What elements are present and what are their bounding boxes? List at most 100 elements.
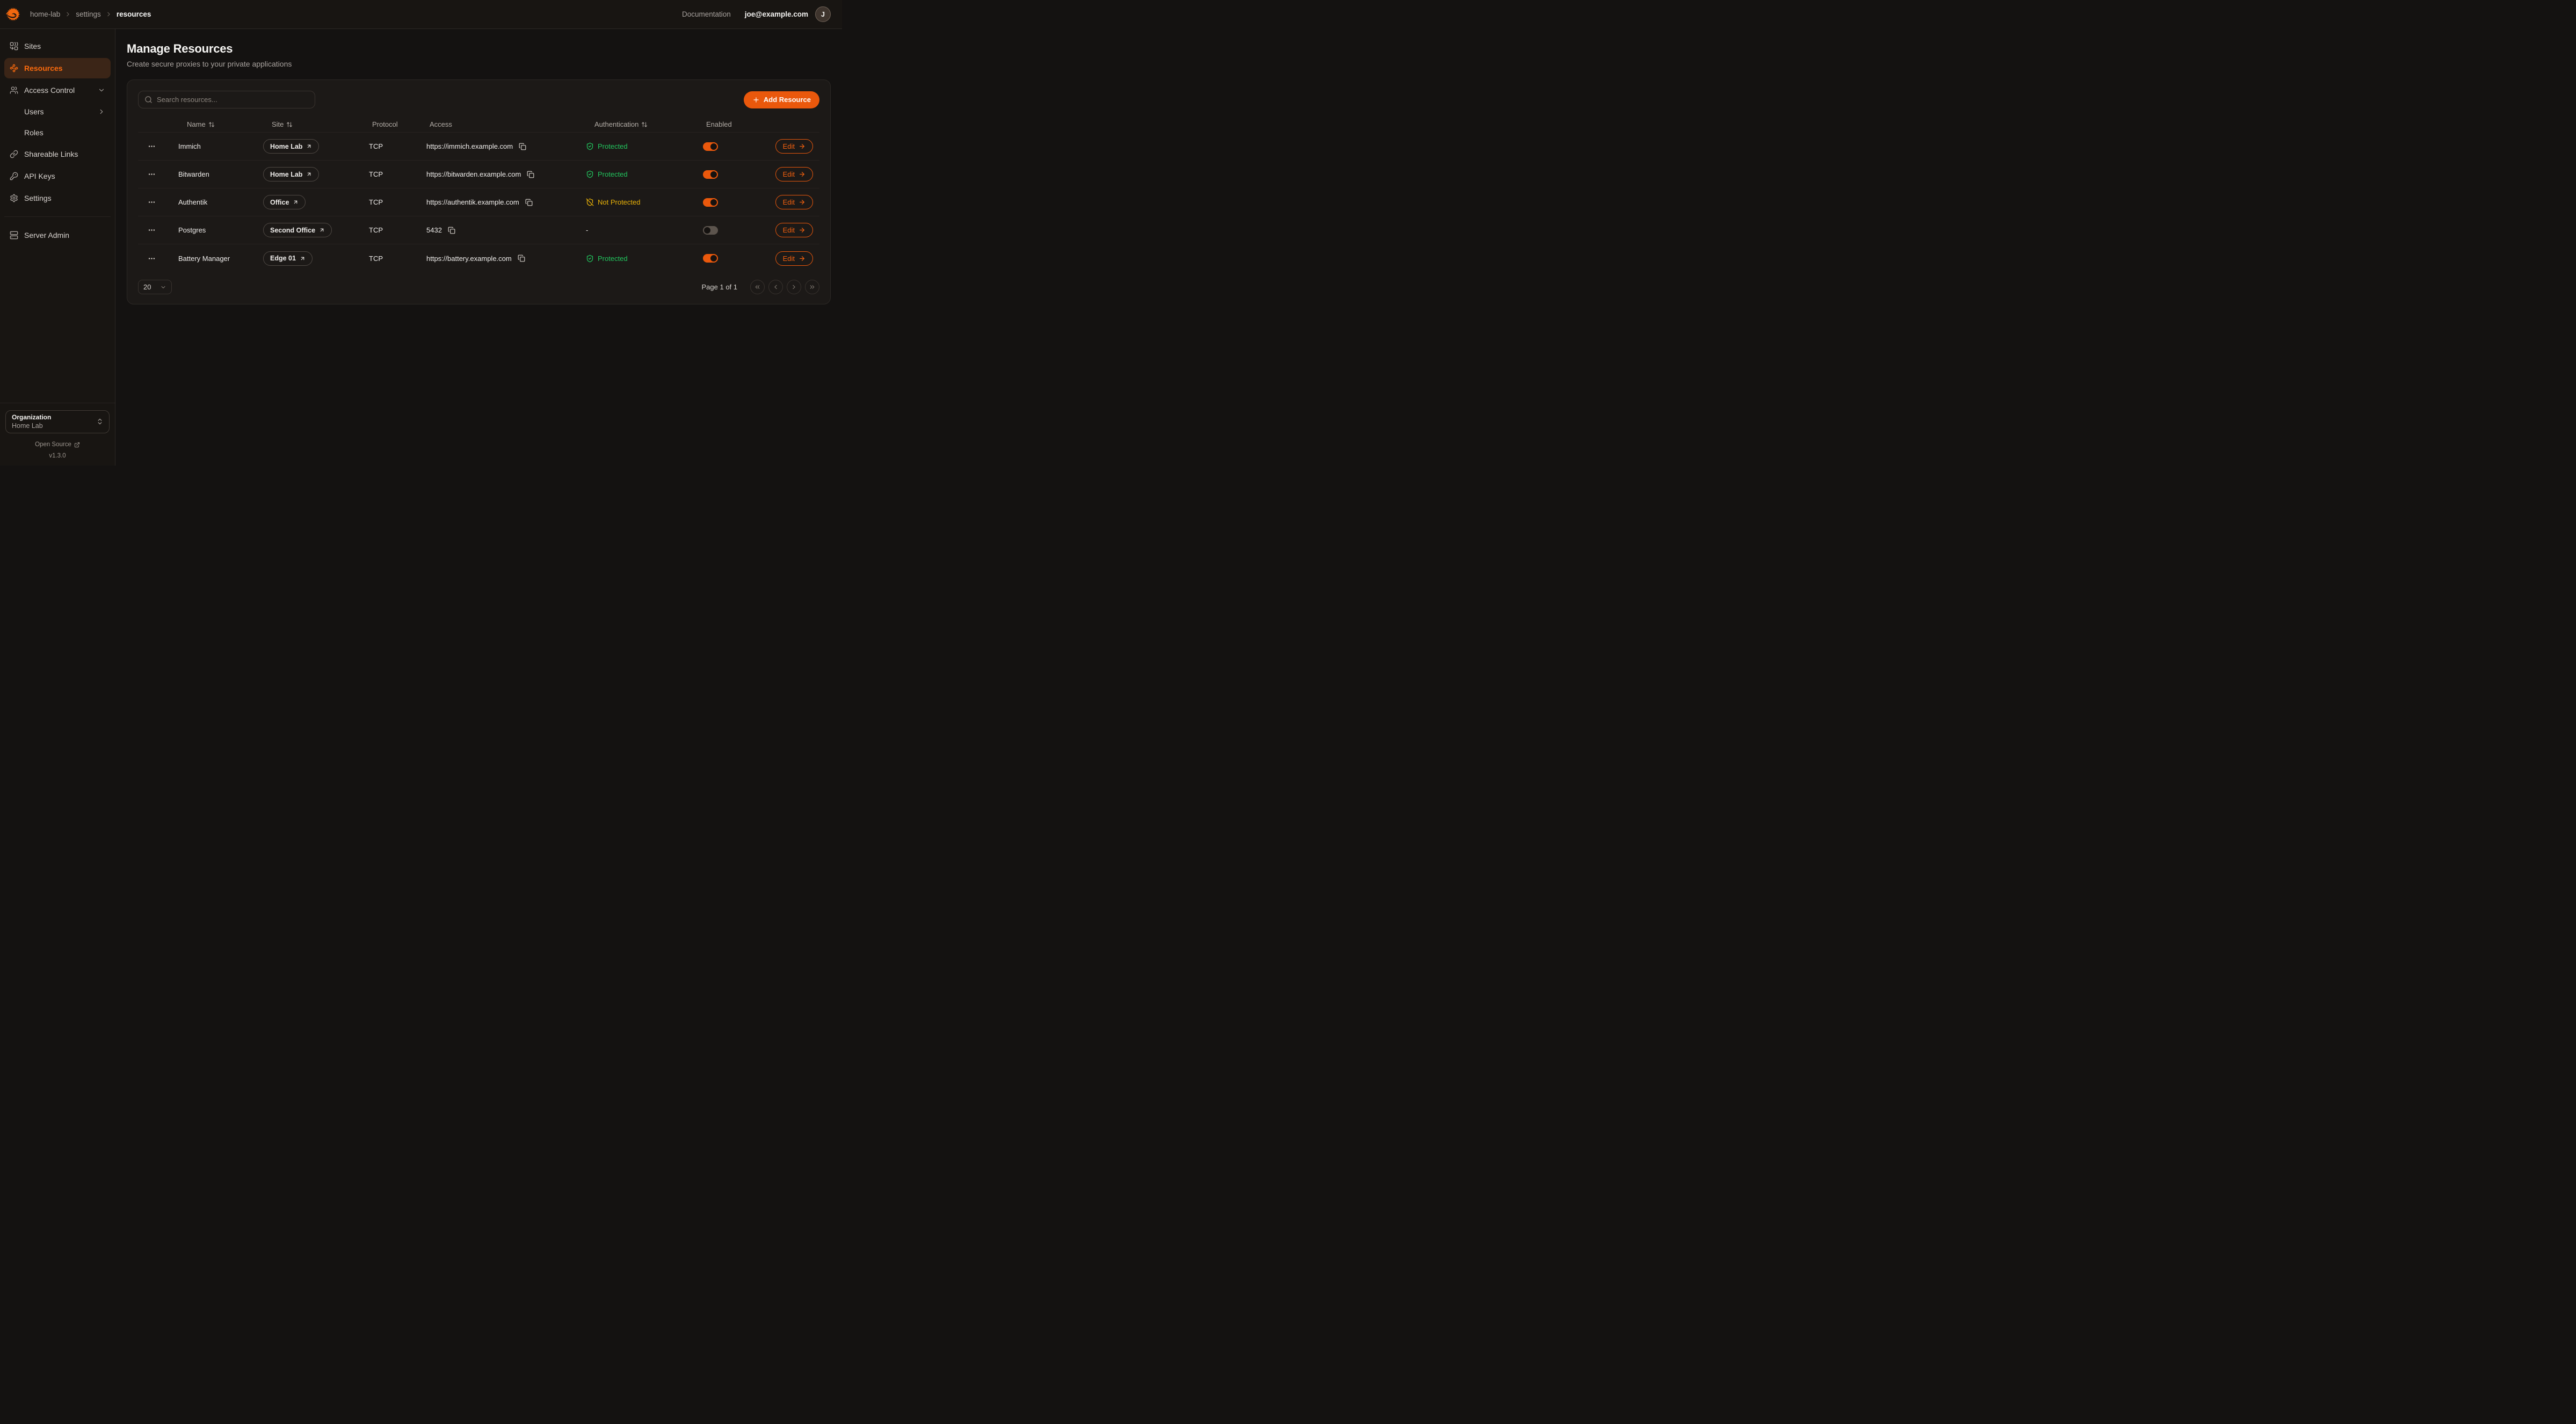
row-actions-button[interactable]: [146, 169, 157, 180]
enabled-toggle[interactable]: [703, 254, 718, 263]
previous-page-button[interactable]: [768, 280, 783, 294]
resource-name: Postgres: [178, 226, 263, 234]
resource-name: Battery Manager: [178, 255, 263, 263]
auth-cell: Protected: [586, 170, 703, 178]
access-value: https://battery.example.com: [426, 255, 512, 263]
arrow-right-icon: [799, 227, 806, 234]
copy-button[interactable]: [518, 142, 527, 151]
column-header-label: Site: [272, 120, 284, 128]
column-header-label: Protocol: [372, 120, 398, 128]
table-row: Bitwarden Home Lab TCP https://bitwarden…: [138, 161, 819, 188]
edit-button[interactable]: Edit: [775, 167, 813, 181]
column-header-site[interactable]: Site: [263, 120, 369, 128]
sort-icon: [208, 121, 215, 128]
users-icon: [10, 86, 18, 95]
sidebar-item-roles[interactable]: Roles: [4, 123, 111, 142]
arrow-up-right-icon: [293, 199, 299, 205]
sidebar-item-label: Server Admin: [24, 231, 69, 239]
ellipsis-icon: [148, 198, 156, 206]
open-source-link[interactable]: Open Source: [5, 441, 110, 448]
sidebar-item-access-control[interactable]: Access Control: [4, 80, 111, 100]
page-size-value: 20: [143, 283, 151, 291]
edit-button[interactable]: Edit: [775, 195, 813, 209]
gear-icon: [10, 194, 18, 202]
sort-icon: [641, 121, 648, 128]
copy-icon: [518, 255, 525, 262]
copy-icon: [448, 227, 455, 234]
enabled-toggle[interactable]: [703, 170, 718, 179]
sidebar-item-users[interactable]: Users: [4, 102, 111, 121]
documentation-link[interactable]: Documentation: [682, 10, 731, 18]
ellipsis-icon: [148, 226, 156, 234]
column-header-name[interactable]: Name: [178, 120, 263, 128]
sidebar-item-settings[interactable]: Settings: [4, 188, 111, 208]
ellipsis-icon: [148, 255, 156, 263]
site-link-button[interactable]: Edge 01: [263, 251, 313, 266]
edit-button[interactable]: Edit: [775, 251, 813, 266]
site-link-button[interactable]: Home Lab: [263, 139, 319, 154]
app-logo[interactable]: [4, 5, 22, 23]
enabled-toggle[interactable]: [703, 226, 718, 235]
row-actions-button[interactable]: [146, 224, 157, 236]
chevron-right-icon: [64, 11, 71, 18]
enabled-toggle[interactable]: [703, 198, 718, 207]
site-name: Edge 01: [270, 255, 296, 262]
access-value: https://bitwarden.example.com: [426, 170, 521, 178]
row-actions-button[interactable]: [146, 141, 157, 152]
copy-button[interactable]: [524, 198, 534, 207]
edit-label: Edit: [783, 255, 795, 263]
breadcrumb-settings[interactable]: settings: [76, 10, 101, 18]
chevron-right-icon: [790, 284, 797, 290]
chevron-right-icon: [105, 11, 112, 18]
protocol-value: TCP: [369, 170, 426, 178]
sidebar-item-sites[interactable]: Sites: [4, 36, 111, 56]
auth-status: Protected: [598, 170, 628, 178]
sidebar-item-label: Users: [24, 107, 44, 116]
sidebar-item-shareable-links[interactable]: Shareable Links: [4, 144, 111, 164]
column-header-label: Name: [187, 120, 206, 128]
page-size-select[interactable]: 20: [138, 280, 172, 294]
breadcrumb-home-lab[interactable]: home-lab: [30, 10, 60, 18]
link-icon: [10, 150, 18, 158]
search-input[interactable]: [157, 96, 309, 104]
sidebar-item-api-keys[interactable]: API Keys: [4, 166, 111, 186]
first-page-button[interactable]: [750, 280, 765, 294]
shield-icon: [586, 198, 594, 206]
enabled-toggle[interactable]: [703, 142, 718, 151]
edit-label: Edit: [783, 198, 795, 206]
row-actions-button[interactable]: [146, 252, 157, 264]
copy-button[interactable]: [526, 170, 535, 179]
edit-button[interactable]: Edit: [775, 223, 813, 237]
sidebar-item-label: Roles: [24, 128, 43, 137]
next-page-button[interactable]: [787, 280, 801, 294]
page-subtitle: Create secure proxies to your private ap…: [127, 60, 831, 68]
sidebar: Sites Resources Access Control Users: [0, 29, 115, 466]
sidebar-item-server-admin[interactable]: Server Admin: [4, 225, 111, 245]
column-header-authentication[interactable]: Authentication: [586, 120, 703, 128]
table-row: Battery Manager Edge 01 TCP https://batt…: [138, 244, 819, 272]
chevrons-right-icon: [809, 284, 816, 290]
sidebar-item-resources[interactable]: Resources: [4, 58, 111, 78]
last-page-button[interactable]: [805, 280, 819, 294]
site-link-button[interactable]: Home Lab: [263, 167, 319, 181]
chevron-left-icon: [772, 284, 779, 290]
copy-button[interactable]: [517, 253, 526, 263]
toggle-knob: [710, 199, 717, 206]
arrow-up-right-icon: [306, 143, 312, 149]
site-link-button[interactable]: Second Office: [263, 223, 332, 237]
sidebar-item-label: API Keys: [24, 172, 55, 180]
edit-label: Edit: [783, 170, 795, 178]
add-resource-button[interactable]: Add Resource: [744, 91, 819, 108]
org-value: Home Lab: [12, 422, 51, 430]
edit-button[interactable]: Edit: [775, 139, 813, 154]
arrow-right-icon: [799, 255, 806, 262]
site-link-button[interactable]: Office: [263, 195, 306, 209]
avatar[interactable]: J: [815, 6, 831, 22]
site-name: Home Lab: [270, 143, 302, 150]
copy-icon: [519, 143, 526, 150]
auth-status: Protected: [598, 255, 628, 263]
copy-button[interactable]: [447, 226, 456, 235]
row-actions-button[interactable]: [146, 197, 157, 208]
org-selector[interactable]: Organization Home Lab: [5, 410, 110, 433]
arrow-up-right-icon: [300, 256, 306, 261]
